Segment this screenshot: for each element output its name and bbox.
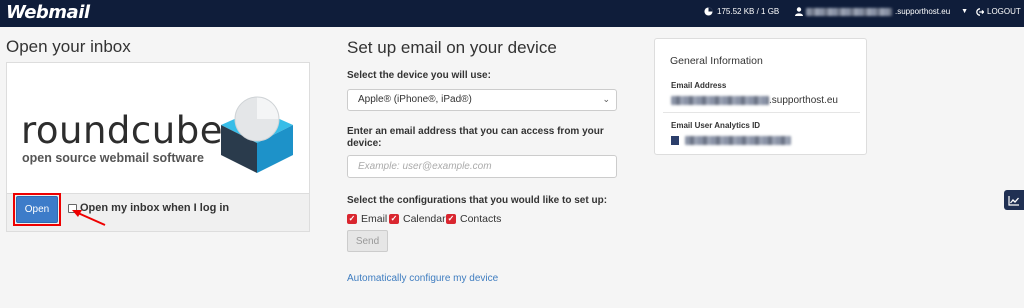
roundcube-wordmark: roundcube — [21, 109, 223, 152]
user-menu[interactable]: .supporthost.eu ▼ — [795, 7, 968, 16]
webmail-logo[interactable]: Webmail — [6, 2, 90, 23]
contacts-option-label: Contacts — [460, 213, 502, 225]
email-address-input[interactable] — [347, 155, 617, 178]
redacted-username — [806, 7, 892, 16]
analytics-id-value — [671, 136, 791, 145]
analytics-id-label: Email User Analytics ID — [671, 121, 761, 130]
caret-down-icon: ▼ — [961, 8, 969, 15]
setup-device-heading: Set up email on your device — [347, 38, 557, 57]
config-email-option[interactable]: ✓ Email — [347, 213, 387, 225]
copy-icon[interactable] — [671, 136, 679, 145]
device-select[interactable]: Apple® (iPhone®, iPad®) ⌄ — [347, 89, 617, 111]
roundcube-logo-icon — [221, 96, 293, 173]
user-domain: .supporthost.eu — [895, 7, 951, 16]
email-address-domain: .supporthost.eu — [769, 95, 838, 106]
config-label: Select the configurations that you would… — [347, 195, 608, 206]
disk-usage: 175.52 KB / 1 GB — [704, 7, 779, 16]
disk-usage-text: 175.52 KB / 1 GB — [717, 7, 780, 16]
device-select-label: Select the device you will use: — [347, 70, 491, 81]
chart-trend-icon — [1008, 195, 1019, 206]
general-information-title: General Information — [670, 55, 763, 67]
analytics-side-widget[interactable] — [1004, 190, 1024, 210]
device-select-value: Apple® (iPhone®, iPad®) — [358, 94, 472, 105]
calendar-option-label: Calendar — [403, 213, 446, 225]
contacts-checkbox[interactable]: ✓ — [446, 214, 456, 224]
pie-chart-icon — [704, 7, 713, 16]
redacted-analytics-id — [685, 136, 791, 145]
send-button[interactable]: Send — [347, 230, 388, 252]
redacted-email-user — [671, 96, 769, 105]
calendar-checkbox[interactable]: ✓ — [389, 214, 399, 224]
open-inbox-button[interactable]: Open — [16, 196, 58, 223]
email-checkbox[interactable]: ✓ — [347, 214, 357, 224]
user-icon — [795, 7, 803, 16]
logout-link[interactable]: LOGOUT — [976, 7, 1021, 16]
chevron-down-icon: ⌄ — [602, 94, 610, 104]
email-field-label: Enter an email address that you can acce… — [347, 126, 604, 149]
logout-label: LOGOUT — [987, 7, 1021, 16]
logout-icon — [976, 7, 984, 16]
config-calendar-option[interactable]: ✓ Calendar — [389, 213, 446, 225]
red-arrow-annotation-icon — [72, 210, 106, 226]
auto-configure-link[interactable]: Automatically configure my device — [347, 273, 498, 284]
general-information-card: General Information Email Address .suppo… — [654, 38, 867, 155]
config-contacts-option[interactable]: ✓ Contacts — [446, 213, 501, 225]
card-divider — [663, 112, 860, 113]
email-address-value: .supporthost.eu — [671, 95, 838, 106]
roundcube-tagline: open source webmail software — [22, 151, 204, 165]
email-address-label: Email Address — [671, 81, 727, 90]
email-option-label: Email — [361, 213, 388, 225]
open-inbox-heading: Open your inbox — [6, 37, 131, 56]
top-navbar: Webmail 175.52 KB / 1 GB .supporthost.eu… — [0, 0, 1024, 27]
